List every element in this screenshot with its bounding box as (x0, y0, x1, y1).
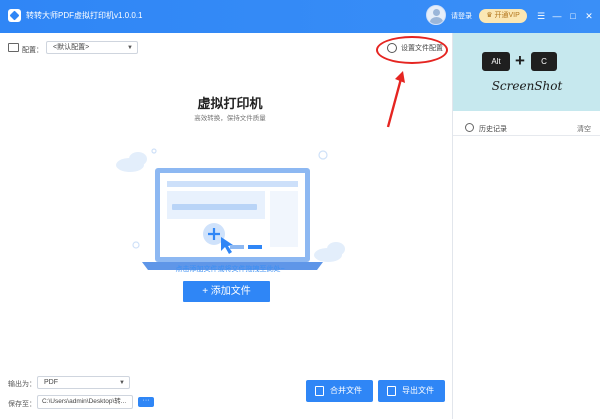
history-label: 历史记录 (479, 126, 507, 133)
export-label: 导出文件 (402, 386, 434, 395)
close-icon[interactable]: ✕ (583, 9, 595, 23)
chevron-down-icon: ▼ (127, 45, 133, 51)
main-panel: 配置： <默认配置> ▼ 设置文件配置 虚拟打印机 高效转换，保持文件质量 点击… (0, 33, 452, 419)
sidebar: Alt + C ScreenShot 历史记录 清空 (452, 33, 600, 419)
output-format-select[interactable]: PDF ▼ (37, 376, 130, 389)
export-icon (387, 386, 396, 396)
app-logo-icon (8, 9, 21, 22)
clear-history-button[interactable]: 清空 (577, 124, 591, 134)
avatar[interactable] (426, 5, 446, 25)
minimize-icon[interactable]: — (551, 9, 563, 23)
window-controls: ☰ — □ ✕ (535, 8, 595, 24)
open-vip-button[interactable]: ♛ 开通VIP (479, 9, 527, 23)
merge-label: 合并文件 (330, 386, 362, 395)
title-bar: 转转大师PDF虚拟打印机v1.0.0.1 请登录 ♛ 开通VIP ☰ — □ ✕ (0, 0, 600, 33)
app-title: 转转大师PDF虚拟打印机v1.0.0.1 (26, 11, 143, 20)
chevron-down-icon: ▼ (119, 380, 125, 386)
banner-text: ScreenShot (491, 79, 563, 93)
config-select[interactable]: <默认配置> ▼ (46, 41, 138, 54)
drop-hint[interactable]: 点击添加文件或将文件拖拽至此处~ (0, 264, 460, 274)
c-key: C (531, 52, 557, 71)
config-icon (8, 43, 19, 52)
laptop-illustration (116, 148, 345, 270)
clock-icon (465, 123, 474, 132)
save-path-label: 保存至： (8, 401, 36, 408)
vip-label: 开通VIP (494, 12, 520, 19)
login-link[interactable]: 请登录 (451, 11, 472, 21)
config-label: 配置： (22, 47, 43, 54)
page-subtitle: 高效转换，保持文件质量 (194, 115, 266, 122)
merge-files-button[interactable]: 合并文件 (306, 380, 373, 402)
merge-icon (315, 386, 324, 396)
menu-icon[interactable]: ☰ (535, 9, 547, 23)
browse-button[interactable]: ··· (138, 397, 154, 407)
output-format-value: PDF (44, 379, 58, 386)
config-select-value: <默认配置> (53, 44, 90, 51)
alt-key: Alt (482, 52, 510, 71)
maximize-icon[interactable]: □ (567, 9, 579, 23)
screenshot-banner[interactable]: Alt + C ScreenShot (453, 33, 600, 111)
history-header: 历史记录 清空 (453, 120, 600, 136)
annotation-circle (376, 36, 448, 64)
save-path-field[interactable]: C:\Users\admin\Desktop\转... (37, 395, 133, 409)
add-file-button[interactable]: + 添加文件 (183, 281, 270, 302)
export-files-button[interactable]: 导出文件 (378, 380, 445, 402)
plus-sign: + (515, 51, 525, 70)
output-format-label: 输出为： (8, 381, 36, 388)
page-title: 虚拟打印机 (197, 96, 263, 111)
